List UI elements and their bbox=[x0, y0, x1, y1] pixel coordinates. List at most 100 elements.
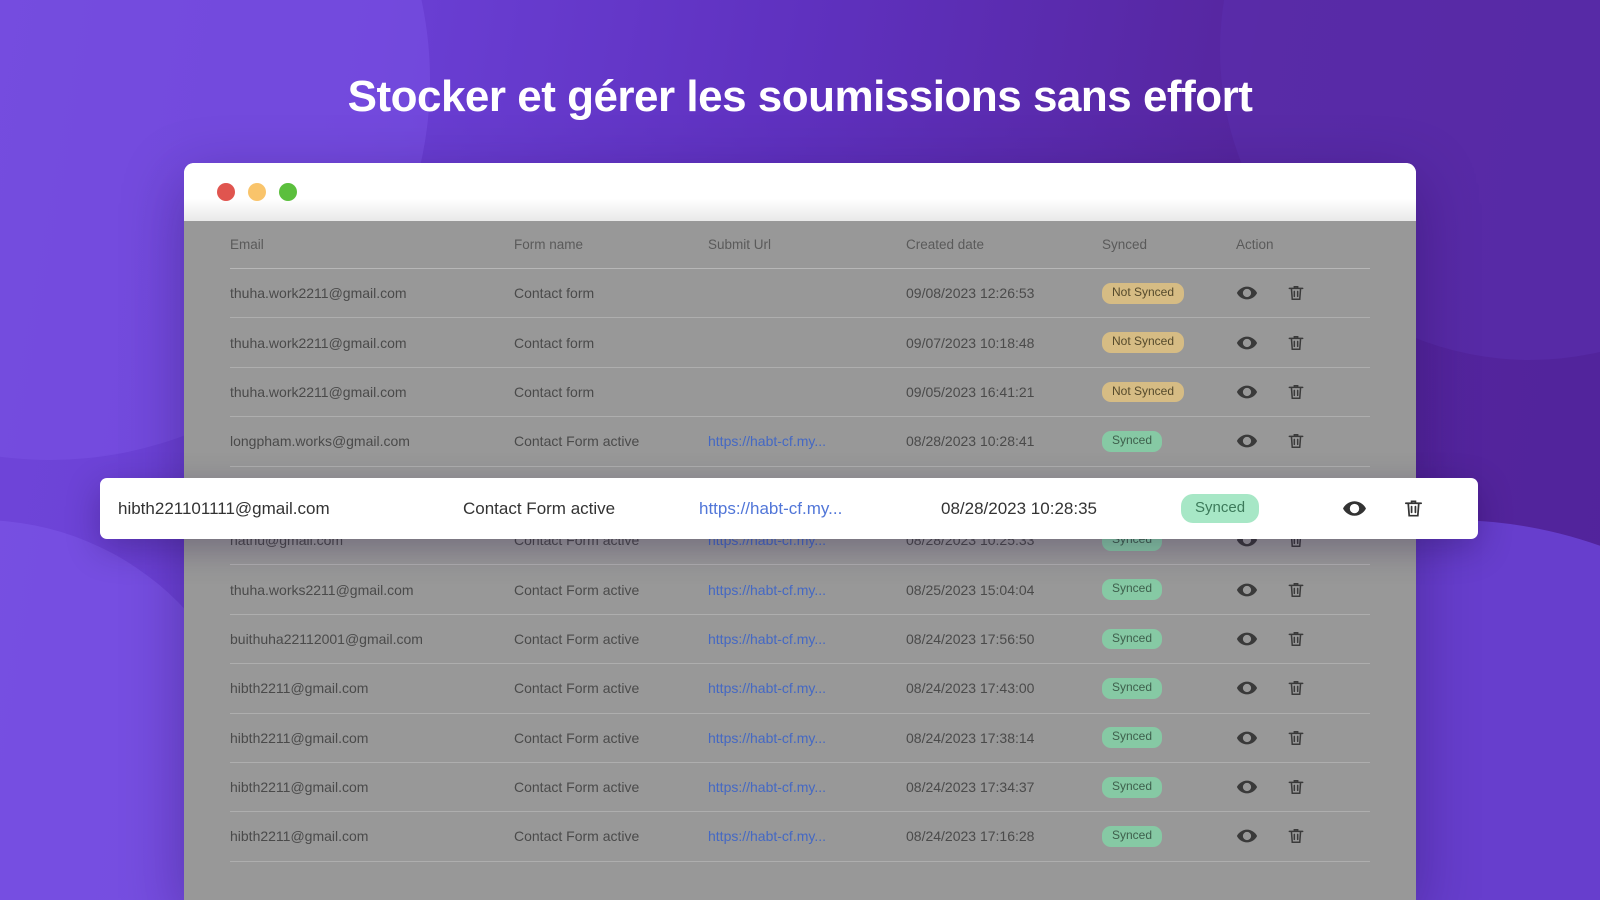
eye-icon[interactable] bbox=[1342, 496, 1367, 521]
form-name-cell: Contact Form active bbox=[514, 779, 640, 796]
submit-url-cell[interactable]: https://habt-cf.my... bbox=[708, 631, 906, 647]
email-cell: thuha.work2211@gmail.com bbox=[230, 383, 407, 400]
action-cell bbox=[1236, 332, 1346, 354]
status-badge: Synced bbox=[1102, 826, 1163, 847]
submissions-table-area: Email Form name Submit Url Created date Sync… bbox=[184, 221, 1416, 900]
eye-icon[interactable] bbox=[1236, 381, 1258, 403]
email-cell: hibth2211@gmail.com bbox=[230, 779, 369, 796]
synced-cell: Synced bbox=[1102, 430, 1236, 452]
trash-icon[interactable] bbox=[1402, 497, 1425, 520]
window-titlebar bbox=[184, 163, 1416, 221]
highlighted-submission-row[interactable]: hibth221101111@gmail.com Contact Form ac… bbox=[100, 478, 1478, 539]
eye-icon[interactable] bbox=[1236, 332, 1258, 354]
eye-icon[interactable] bbox=[1236, 430, 1258, 452]
trash-icon[interactable] bbox=[1286, 678, 1306, 698]
trash-icon[interactable] bbox=[1286, 283, 1306, 303]
email-cell: thuha.works2211@gmail.com bbox=[230, 581, 414, 598]
form-name-cell: Contact Form active bbox=[514, 828, 640, 845]
eye-icon[interactable] bbox=[1236, 727, 1258, 749]
table-row[interactable]: thuha.work2211@gmail.com Contact form 09/0… bbox=[230, 269, 1370, 319]
status-badge: Synced bbox=[1102, 677, 1163, 699]
created-date-cell: 09/05/2023 16:41:21 bbox=[906, 383, 1035, 400]
column-header-synced: Synced bbox=[1102, 237, 1148, 252]
table-row[interactable]: thuha.work2211@gmail.com Contact form 09/0… bbox=[230, 368, 1370, 418]
synced-cell: Not Synced bbox=[1102, 381, 1236, 403]
email-cell: longpham.works@gmail.com bbox=[230, 433, 410, 450]
table-row[interactable]: buithuha22112001@gmail.com Contact Form a… bbox=[230, 615, 1370, 665]
action-cell bbox=[1236, 381, 1346, 403]
action-cell bbox=[1236, 628, 1346, 650]
highlight-status-cell: Synced bbox=[1181, 494, 1342, 523]
submit-url-cell[interactable]: https://habt-cf.my... bbox=[708, 582, 906, 598]
trash-icon[interactable] bbox=[1286, 580, 1306, 600]
created-date-cell: 08/24/2023 17:34:37 bbox=[906, 779, 1035, 796]
highlight-created-date: 08/28/2023 10:28:35 bbox=[941, 498, 1097, 518]
table-row[interactable]: thuha.work2211@gmail.com Contact form 09/0… bbox=[230, 318, 1370, 368]
trash-icon[interactable] bbox=[1286, 728, 1306, 748]
column-header-email: Email bbox=[230, 237, 264, 252]
created-date-cell: 09/08/2023 12:26:53 bbox=[906, 285, 1035, 302]
form-name-cell: Contact Form active bbox=[514, 630, 640, 647]
page-title: Stocker et gérer les soumissions sans ef… bbox=[347, 72, 1253, 121]
eye-icon[interactable] bbox=[1236, 628, 1258, 650]
submit-url-cell[interactable]: https://habt-cf.my... bbox=[708, 433, 906, 449]
close-window-button[interactable] bbox=[217, 183, 235, 201]
status-badge: Synced bbox=[1102, 628, 1163, 650]
form-name-cell: Contact Form active bbox=[514, 581, 640, 598]
table-row[interactable]: hibth2211@gmail.com Contact Form active ht… bbox=[230, 714, 1370, 763]
table-row[interactable]: hibth2211@gmail.com Contact Form active ht… bbox=[230, 664, 1370, 714]
column-header-action: Action bbox=[1236, 237, 1274, 252]
eye-icon[interactable] bbox=[1236, 579, 1258, 601]
submit-url-cell[interactable]: https://habt-cf.my... bbox=[708, 680, 906, 696]
trash-icon[interactable] bbox=[1286, 629, 1306, 649]
page-background: Stocker et gérer les soumissions sans ef… bbox=[0, 0, 1600, 900]
action-cell bbox=[1236, 282, 1346, 304]
action-cell bbox=[1236, 430, 1346, 452]
action-cell bbox=[1236, 677, 1346, 699]
highlight-submit-url[interactable]: https://habt-cf.my... bbox=[699, 499, 941, 519]
email-cell: hibth2211@gmail.com bbox=[230, 680, 369, 697]
form-name-cell: Contact Form active bbox=[514, 680, 640, 697]
status-badge: Synced bbox=[1102, 727, 1163, 749]
trash-icon[interactable] bbox=[1286, 333, 1306, 353]
highlight-email: hibth221101111@gmail.com bbox=[118, 498, 330, 518]
eye-icon[interactable] bbox=[1236, 776, 1258, 798]
table-row[interactable]: hibth2211@gmail.com Contact Form active ht… bbox=[230, 812, 1370, 862]
synced-cell: Not Synced bbox=[1102, 282, 1236, 304]
submit-url-cell[interactable]: https://habt-cf.my... bbox=[708, 730, 906, 746]
action-cell bbox=[1236, 776, 1346, 798]
eye-icon[interactable] bbox=[1236, 677, 1258, 699]
eye-icon[interactable] bbox=[1236, 825, 1258, 847]
column-header-created-date: Created date bbox=[906, 237, 985, 252]
trash-icon[interactable] bbox=[1286, 431, 1306, 451]
table-row[interactable]: hibth2211@gmail.com Contact Form active ht… bbox=[230, 763, 1370, 813]
form-name-cell: Contact form bbox=[514, 285, 595, 302]
created-date-cell: 08/28/2023 10:28:41 bbox=[906, 433, 1035, 450]
minimize-window-button[interactable] bbox=[248, 183, 266, 201]
trash-icon[interactable] bbox=[1286, 382, 1306, 402]
created-date-cell: 08/25/2023 15:04:04 bbox=[906, 581, 1035, 598]
synced-cell: Synced bbox=[1102, 628, 1236, 650]
trash-icon[interactable] bbox=[1286, 777, 1306, 797]
form-name-cell: Contact Form active bbox=[514, 433, 640, 450]
submit-url-cell[interactable]: https://habt-cf.my... bbox=[708, 779, 906, 795]
email-cell: buithuha22112001@gmail.com bbox=[230, 630, 423, 647]
eye-icon[interactable] bbox=[1236, 282, 1258, 304]
action-cell bbox=[1236, 579, 1346, 601]
trash-icon[interactable] bbox=[1286, 826, 1306, 846]
submissions-table: Email Form name Submit Url Created date Sync… bbox=[184, 221, 1416, 862]
status-badge: Not Synced bbox=[1102, 282, 1185, 304]
status-badge: Not Synced bbox=[1102, 332, 1185, 353]
table-row[interactable]: thuha.works2211@gmail.com Contact Form ac… bbox=[230, 565, 1370, 615]
created-date-cell: 08/24/2023 17:16:28 bbox=[906, 828, 1035, 845]
action-cell bbox=[1236, 727, 1346, 749]
maximize-window-button[interactable] bbox=[279, 183, 297, 201]
table-row[interactable]: longpham.works@gmail.com Contact Form act… bbox=[230, 417, 1370, 467]
synced-cell: Synced bbox=[1102, 579, 1236, 600]
form-name-cell: Contact form bbox=[514, 383, 595, 400]
created-date-cell: 08/24/2023 17:38:14 bbox=[906, 729, 1035, 746]
submit-url-cell[interactable]: https://habt-cf.my... bbox=[708, 828, 906, 844]
action-cell bbox=[1236, 825, 1346, 847]
form-name-cell: Contact Form active bbox=[514, 729, 640, 746]
email-cell: hibth2211@gmail.com bbox=[230, 729, 369, 746]
